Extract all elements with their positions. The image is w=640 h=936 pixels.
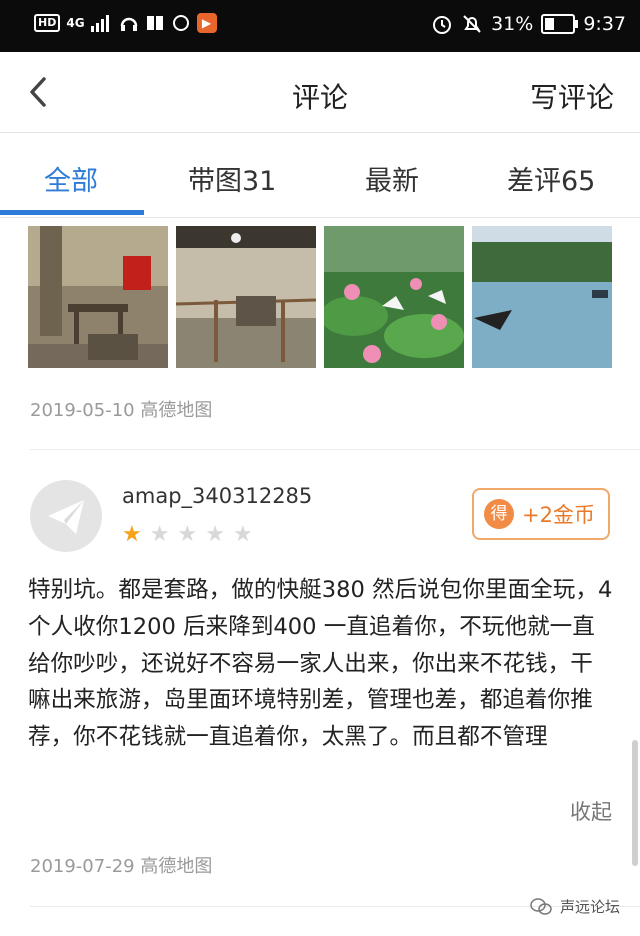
paper-plane-icon xyxy=(48,500,84,534)
write-review-button[interactable]: 写评论 xyxy=(530,76,614,116)
collapse-button[interactable]: 收起 xyxy=(570,796,612,826)
app-header: 评论 写评论 xyxy=(0,52,640,133)
active-tab-indicator xyxy=(0,210,144,215)
watermark-text: 声远论坛 xyxy=(559,898,620,916)
status-bar: HD 4G ▶ 31% 9:37 xyxy=(0,0,640,52)
photo-strip xyxy=(28,226,612,368)
star-icon: ★ xyxy=(149,522,170,547)
headset-icon xyxy=(120,17,137,31)
clock: 9:37 xyxy=(583,13,626,35)
watermark: 声远论坛 xyxy=(530,896,620,917)
tab-negative[interactable]: 差评65 xyxy=(507,159,595,198)
reward-coin-button[interactable]: 得 +2金币 xyxy=(472,488,610,540)
book-icon xyxy=(146,16,163,30)
star-icon: ★ xyxy=(232,522,253,547)
battery-percent: 31% xyxy=(491,13,534,35)
lotus-pond-photo[interactable] xyxy=(324,226,464,368)
battery-icon xyxy=(541,14,579,34)
avatar[interactable] xyxy=(30,480,102,552)
star-icon: ★ xyxy=(177,522,198,547)
star-rating: ★ ★ ★ ★ ★ xyxy=(122,522,253,547)
wechat-icon xyxy=(530,897,552,915)
exhibit-hall-photo[interactable] xyxy=(176,226,316,368)
hd-indicator: HD xyxy=(34,14,61,32)
review-tabs: 全部 带图31 最新 差评65 xyxy=(0,133,640,218)
video-app-icon: ▶ xyxy=(196,13,217,33)
review-divider xyxy=(30,449,640,450)
mute-bell-icon xyxy=(463,15,481,33)
star-icon: ★ xyxy=(205,522,225,547)
lake-boat-photo[interactable] xyxy=(472,226,612,368)
tab-all[interactable]: 全部 xyxy=(44,159,98,198)
review-date: 2019-07-29 高德地图 xyxy=(30,856,213,877)
star-icon: ★ xyxy=(122,522,142,547)
indoor-room-photo[interactable] xyxy=(28,226,168,368)
huawei-icon xyxy=(172,15,189,31)
signal-icon xyxy=(90,15,109,32)
status-left: HD 4G ▶ xyxy=(34,13,217,33)
scrollbar[interactable] xyxy=(632,740,638,866)
review-text: 特别坑。都是套路，做的快艇380 然后说包你里面全玩，4个人收你1200 后来降… xyxy=(28,577,613,751)
review-username[interactable]: amap_340312285 xyxy=(122,484,312,508)
status-right: 31% 9:37 xyxy=(431,13,626,35)
review-list: 2019-05-10 高德地图 amap_340312285 ★ ★ ★ ★ ★… xyxy=(0,218,640,936)
tab-latest[interactable]: 最新 xyxy=(365,159,419,198)
network-label: 4G xyxy=(66,16,85,30)
coin-icon: 得 xyxy=(484,499,514,529)
alarm-icon xyxy=(433,16,452,34)
coin-label: +2金币 xyxy=(522,503,595,527)
prev-review-date: 2019-05-10 高德地图 xyxy=(30,400,213,421)
tab-with-photos[interactable]: 带图31 xyxy=(188,159,276,198)
